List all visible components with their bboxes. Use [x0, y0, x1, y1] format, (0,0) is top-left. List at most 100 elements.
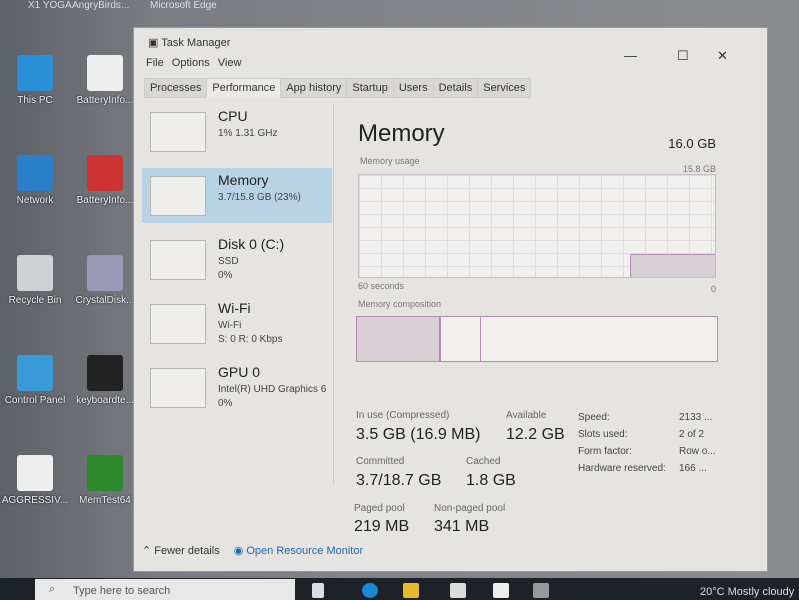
- desktop-icon[interactable]: This PC: [0, 55, 70, 106]
- tab-details[interactable]: Details: [432, 78, 479, 98]
- desktop-label: X1 YOGA: [28, 0, 72, 11]
- usage-fill: [630, 253, 715, 277]
- menu-view[interactable]: View: [218, 57, 242, 69]
- nonpaged-pool-label: Non-paged pool: [434, 503, 506, 514]
- tab-processes[interactable]: Processes: [144, 78, 208, 98]
- detail-key: Speed:: [578, 412, 610, 423]
- item-name: Disk 0 (C:): [218, 236, 285, 252]
- modified-segment: [443, 317, 481, 361]
- item-detail: 3.7/15.8 GB (23%): [218, 192, 301, 203]
- app-icon: [17, 355, 53, 391]
- detail-key: Hardware reserved:: [578, 463, 666, 474]
- mini-graph: [150, 240, 206, 280]
- weather-widget[interactable]: 20°C Mostly cloudy: [700, 586, 794, 598]
- desktop-icon-label: AGGRESSIV...: [1, 495, 69, 506]
- close-button[interactable]: ✕: [717, 48, 728, 64]
- detail-key: Slots used:: [578, 429, 628, 440]
- desktop-icon-label: CrystalDisk...: [75, 295, 135, 306]
- sidebar-item-memory[interactable]: Memory 3.7/15.8 GB (23%): [142, 168, 332, 223]
- sidebar-item-disk-0-c-[interactable]: Disk 0 (C:) SSD 0%: [142, 232, 332, 287]
- desktop-icon[interactable]: Control Panel: [0, 355, 70, 406]
- fewer-details-button[interactable]: ⌃ Fewer details: [142, 544, 220, 557]
- tab-startup[interactable]: Startup: [346, 78, 394, 98]
- item-detail: 1% 1.31 GHz: [218, 128, 278, 139]
- sidebar-item-cpu[interactable]: CPU 1% 1.31 GHz: [142, 104, 332, 159]
- item-detail: SSD: [218, 256, 239, 267]
- app-icon: [17, 455, 53, 491]
- task-view-icon[interactable]: [312, 583, 324, 598]
- detail-value: 166 ...: [679, 463, 707, 474]
- desktop-icon-label: Network: [16, 195, 54, 206]
- app-icon: [87, 255, 123, 291]
- app-icon: [17, 255, 53, 291]
- memory-capacity: 16.0 GB: [668, 136, 716, 151]
- window-title: ▣ Task Manager: [148, 37, 231, 49]
- tab-app-history[interactable]: App history: [280, 78, 348, 98]
- usage-max: 15.8 GB: [682, 164, 716, 174]
- desktop-icon[interactable]: BatteryInfo...: [70, 55, 140, 106]
- menu-options[interactable]: Options: [172, 57, 210, 69]
- tab-users[interactable]: Users: [392, 78, 434, 98]
- time-label: 60 seconds: [358, 281, 405, 291]
- desktop-icon-label: BatteryInfo...: [76, 195, 134, 206]
- item-name: Memory: [218, 172, 269, 188]
- in-use-segment: [357, 317, 441, 361]
- committed-value: 3.7/18.7 GB: [356, 472, 442, 489]
- detail-value: 2 of 2: [679, 429, 705, 440]
- sidebar-item-gpu-0[interactable]: GPU 0 Intel(R) UHD Graphics 6 0%: [142, 360, 332, 415]
- memory-panel: Memory 16.0 GB Memory usage 15.8 GB 60 s…: [346, 104, 736, 535]
- desktop-icon-label: Recycle Bin: [8, 295, 62, 306]
- desktop-icon[interactable]: CrystalDisk...: [70, 255, 140, 306]
- item-detail: S: 0 R: 0 Kbps: [218, 334, 283, 345]
- task-manager-window: ▣ Task Manager — ☐ ✕ File Options View P…: [133, 27, 768, 572]
- in-use-label: In use (Compressed): [356, 410, 450, 421]
- edge-icon[interactable]: [362, 583, 378, 598]
- open-resource-monitor-link[interactable]: ◉ Open Resource Monitor: [234, 544, 363, 557]
- app-icon: [87, 55, 123, 91]
- menu-file[interactable]: File: [146, 57, 164, 69]
- mini-graph: [150, 368, 206, 408]
- paged-pool-value: 219 MB: [354, 518, 410, 535]
- item-name: GPU 0: [218, 364, 261, 380]
- taskbar-search[interactable]: ⌕ Type here to search: [35, 579, 295, 600]
- maximize-button[interactable]: ☐: [677, 48, 689, 64]
- app-icon: [17, 155, 53, 191]
- app-icon: [87, 155, 123, 191]
- sidebar-item-wi-fi[interactable]: Wi-Fi Wi-Fi S: 0 R: 0 Kbps: [142, 296, 332, 351]
- minimize-button[interactable]: —: [624, 48, 637, 63]
- tab-performance[interactable]: Performance: [206, 78, 282, 98]
- paged-pool-label: Paged pool: [354, 503, 405, 514]
- mail-icon[interactable]: [493, 583, 509, 598]
- mini-graph: [150, 176, 206, 216]
- desktop-icon[interactable]: MemTest64: [70, 455, 140, 506]
- desktop-icon-label: BatteryInfo...: [76, 95, 134, 106]
- desktop-icon[interactable]: AGGRESSIV...: [0, 455, 70, 506]
- desktop-label: Microsoft Edge: [150, 0, 217, 11]
- desktop-icon[interactable]: Recycle Bin: [0, 255, 70, 306]
- desktop-icon[interactable]: BatteryInfo...: [70, 155, 140, 206]
- time-min: 0: [710, 284, 716, 294]
- file-explorer-icon[interactable]: [403, 583, 419, 598]
- desktop-icon-label: keyboardte...: [76, 395, 134, 406]
- tab-services[interactable]: Services: [477, 78, 532, 98]
- available-label: Available: [506, 410, 547, 421]
- item-name: CPU: [218, 108, 248, 124]
- available-value: 12.2 GB: [506, 426, 565, 443]
- detail-key: Form factor:: [578, 446, 632, 457]
- store-icon[interactable]: [450, 583, 466, 598]
- task-manager-taskbar-icon[interactable]: [533, 583, 549, 598]
- app-icon: [87, 355, 123, 391]
- item-detail: Wi-Fi: [218, 320, 242, 331]
- desktop-icon-label: This PC: [17, 95, 53, 106]
- desktop-icon[interactable]: Network: [0, 155, 70, 206]
- usage-label: Memory usage: [360, 156, 420, 166]
- desktop-icon-label: MemTest64: [79, 495, 131, 506]
- memory-usage-graph: [358, 174, 716, 278]
- desktop-icon-label: Control Panel: [4, 395, 66, 406]
- cached-label: Cached: [466, 456, 501, 467]
- desktop-icon[interactable]: keyboardte...: [70, 355, 140, 406]
- detail-value: 2133 ...: [679, 412, 713, 423]
- item-detail: 0%: [218, 270, 233, 281]
- item-detail: 0%: [218, 398, 233, 409]
- in-use-value: 3.5 GB (16.9 MB): [356, 426, 481, 443]
